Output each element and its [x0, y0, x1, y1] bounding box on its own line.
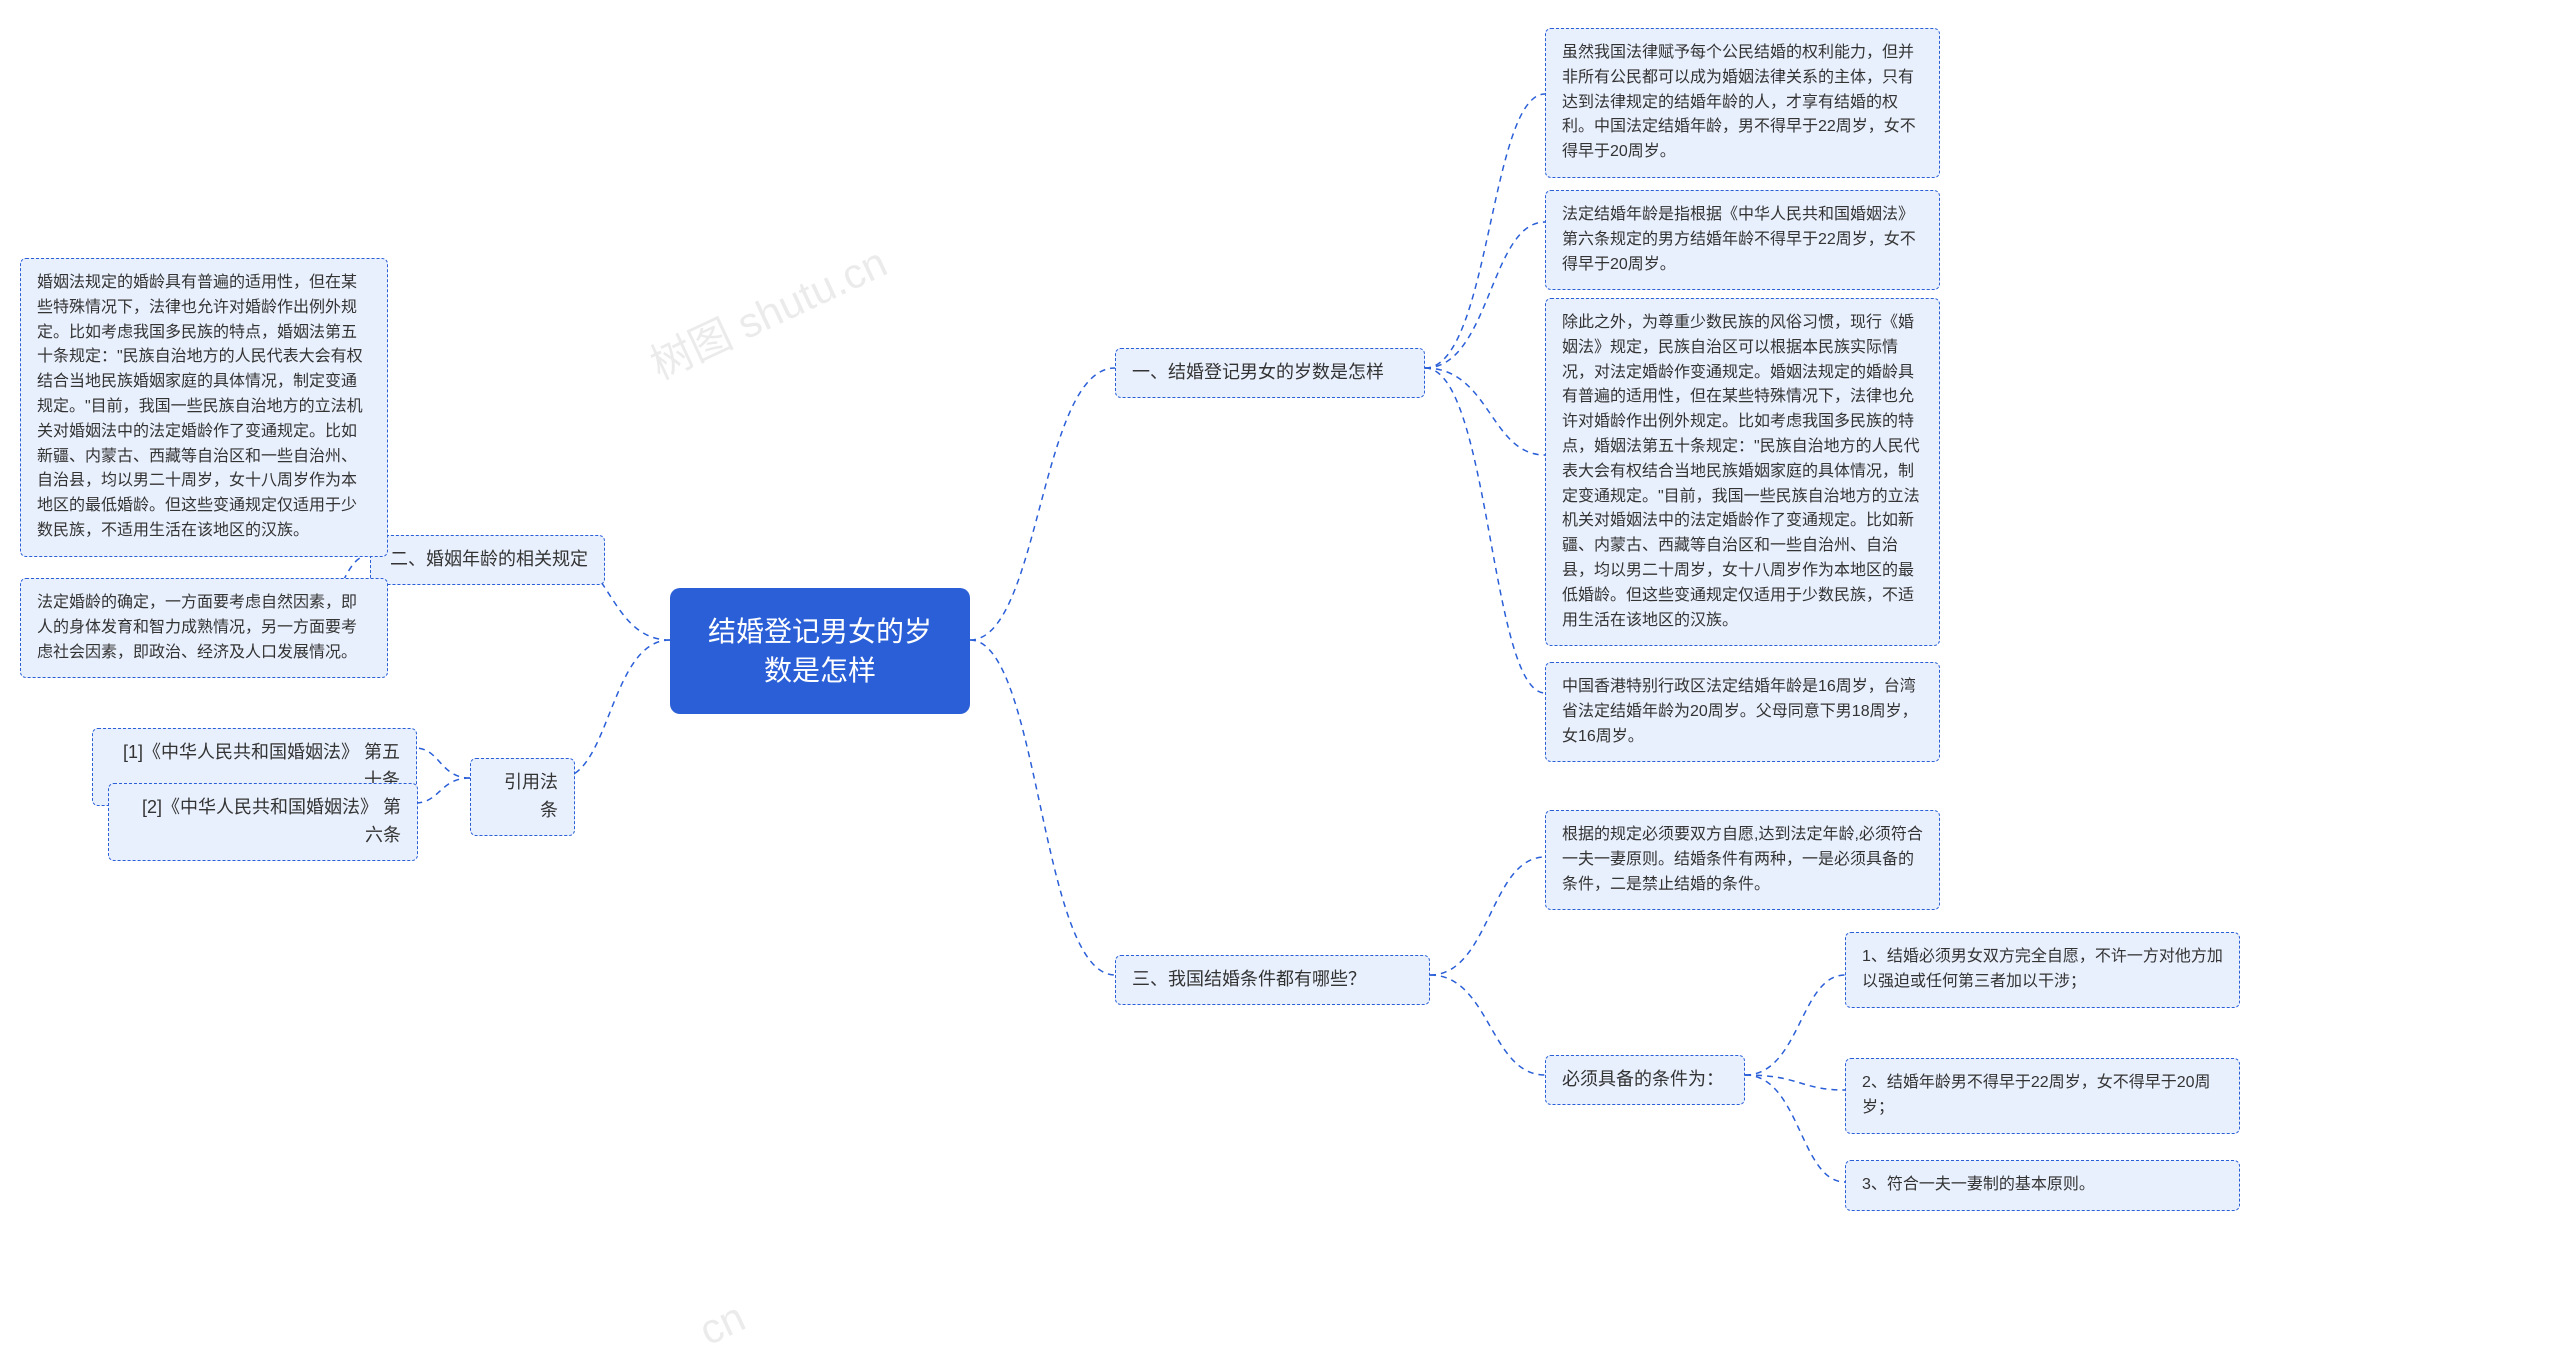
branch-2-sub2-leaf[interactable]: 法定婚龄的确定，一方面要考虑自然因素，即人的身体发育和智力成熟情况，另一方面要考… — [20, 578, 388, 678]
branch-3-sub-3[interactable]: 3、符合一夫一妻制的基本原则。 — [1845, 1160, 2240, 1211]
branch-1-leaf-1[interactable]: 虽然我国法律赋予每个公民结婚的权利能力，但并非所有公民都可以成为婚姻法律关系的主… — [1545, 28, 1940, 178]
branch-2-sub1-leaf[interactable]: 婚姻法规定的婚龄具有普遍的适用性，但在某些特殊情况下，法律也允许对婚龄作出例外规… — [20, 258, 388, 557]
watermark: cn — [692, 1293, 752, 1355]
branch-1-leaf-4[interactable]: 中国香港特别行政区法定结婚年龄是16周岁，台湾省法定结婚年龄为20周岁。父母同意… — [1545, 662, 1940, 762]
cite-title[interactable]: 引用法条 — [470, 758, 575, 836]
branch-1-leaf-2[interactable]: 法定结婚年龄是指根据《中华人民共和国婚姻法》第六条规定的男方结婚年龄不得早于22… — [1545, 190, 1940, 290]
branch-3-leaf-1[interactable]: 根据的规定必须要双方自愿,达到法定年龄,必须符合一夫一妻原则。结婚条件有两种，一… — [1545, 810, 1940, 910]
branch-2-title[interactable]: 二、婚姻年龄的相关规定 — [370, 535, 605, 585]
branch-1-title[interactable]: 一、结婚登记男女的岁数是怎样 — [1115, 348, 1425, 398]
branch-3-sub-label[interactable]: 必须具备的条件为： — [1545, 1055, 1745, 1105]
branch-3-title[interactable]: 三、我国结婚条件都有哪些？ — [1115, 955, 1430, 1005]
cite-2[interactable]: [2]《中华人民共和国婚姻法》 第六条 — [108, 783, 418, 861]
branch-3-sub-2[interactable]: 2、结婚年龄男不得早于22周岁，女不得早于20周岁； — [1845, 1058, 2240, 1134]
branch-3-sub-1[interactable]: 1、结婚必须男女双方完全自愿，不许一方对他方加以强迫或任何第三者加以干涉； — [1845, 932, 2240, 1008]
branch-1-leaf-3[interactable]: 除此之外，为尊重少数民族的风俗习惯，现行《婚姻法》规定，民族自治区可以根据本民族… — [1545, 298, 1940, 646]
center-topic[interactable]: 结婚登记男女的岁数是怎样 — [670, 588, 970, 714]
watermark: 树图 shutu.cn — [639, 229, 895, 392]
